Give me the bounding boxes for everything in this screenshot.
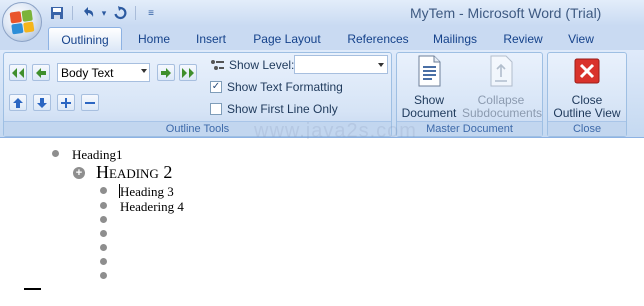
show-level-label: Show Level: [229,58,295,72]
outline-bullet-icon [100,230,107,237]
outline-heading-1[interactable]: Heading1 [72,147,123,163]
show-first-line-only-checkbox[interactable]: Show First Line Only [210,100,338,118]
outline-heading-4[interactable]: Headering 4 [120,199,184,215]
outline-bullet-icon [52,150,59,157]
plus-icon [61,97,71,108]
tab-review[interactable]: Review [498,27,548,50]
outline-level-value: Body Text [61,66,114,80]
window-title: MyTem - Microsoft Word (Trial) [410,5,602,21]
close-outline-view-label-line2: Outline View [553,106,621,120]
expand-button[interactable] [57,94,75,111]
outline-bullet-icon [100,187,107,194]
show-document-label-line2: Document [401,106,457,120]
undo-dropdown-icon[interactable]: ▾ [100,4,108,22]
up-arrow-icon [13,97,23,108]
show-text-formatting-label: Show Text Formatting [227,80,343,94]
office-button[interactable] [2,2,42,42]
collapse-subdocuments-label-line2: Subdocuments [462,106,543,120]
chevron-down-icon [378,63,384,67]
double-left-arrow-icon [12,67,24,78]
collapse-button[interactable] [81,94,99,111]
toolbar-separator [72,6,73,20]
demote-to-body-text-button[interactable] [179,64,197,81]
show-level-select[interactable] [294,55,388,74]
subdocument-icon [490,55,513,87]
outline-bullet-icon [100,216,107,223]
quick-access-toolbar: ▾ ≡ [48,3,160,23]
redo-icon[interactable] [111,4,129,22]
tab-outlining[interactable]: Outlining [48,27,122,50]
down-arrow-icon [37,97,47,108]
outline-heading-3[interactable]: Heading 3 [120,184,174,200]
show-text-formatting-checkbox[interactable]: ✓ Show Text Formatting [210,78,343,96]
show-level-icon [211,60,224,70]
move-up-button[interactable] [9,94,27,111]
outline-bullet-icon [100,202,107,209]
double-right-arrow-icon [182,67,194,78]
tab-references[interactable]: References [340,27,416,50]
close-icon [574,58,600,84]
show-document-button[interactable]: Show Document [400,55,458,120]
close-outline-view-button[interactable]: Close Outline View [549,55,625,120]
collapse-subdocuments-button[interactable]: Collapse Subdocuments [462,55,543,120]
left-arrow-icon [36,67,46,78]
tab-page-layout[interactable]: Page Layout [249,27,325,50]
move-down-button[interactable] [33,94,51,111]
tab-home[interactable]: Home [132,27,176,50]
group-label-master-document: Master Document [397,121,542,136]
show-level-row: Show Level: [210,56,294,74]
outline-bullet-icon [100,244,107,251]
right-arrow-icon [161,67,171,78]
tab-view[interactable]: View [561,27,601,50]
promote-button[interactable] [32,64,50,81]
group-label-close: Close [548,121,626,136]
outline-bullet-icon [100,272,107,279]
unchecked-box-icon [210,103,222,115]
outline-level-select[interactable]: Body Text [57,63,150,82]
minus-icon [85,101,95,104]
checkmark-icon: ✓ [210,81,222,93]
show-first-line-only-label: Show First Line Only [227,102,338,116]
document-icon [418,55,441,87]
expand-plus-icon[interactable]: + [73,167,85,179]
tab-insert[interactable]: Insert [188,27,234,50]
chevron-down-icon [141,69,147,73]
promote-to-heading1-button[interactable] [9,64,27,81]
customize-toolbar-icon[interactable]: ≡ [142,4,160,22]
demote-button[interactable] [157,64,175,81]
toolbar-separator [135,6,136,20]
undo-icon[interactable] [79,4,97,22]
office-logo-icon [9,9,35,35]
outline-heading-2[interactable]: Heading 2 [96,162,172,183]
save-icon[interactable] [48,4,66,22]
tab-mailings[interactable]: Mailings [426,27,484,50]
end-of-document-mark [24,288,41,290]
outline-bullet-icon [100,258,107,265]
